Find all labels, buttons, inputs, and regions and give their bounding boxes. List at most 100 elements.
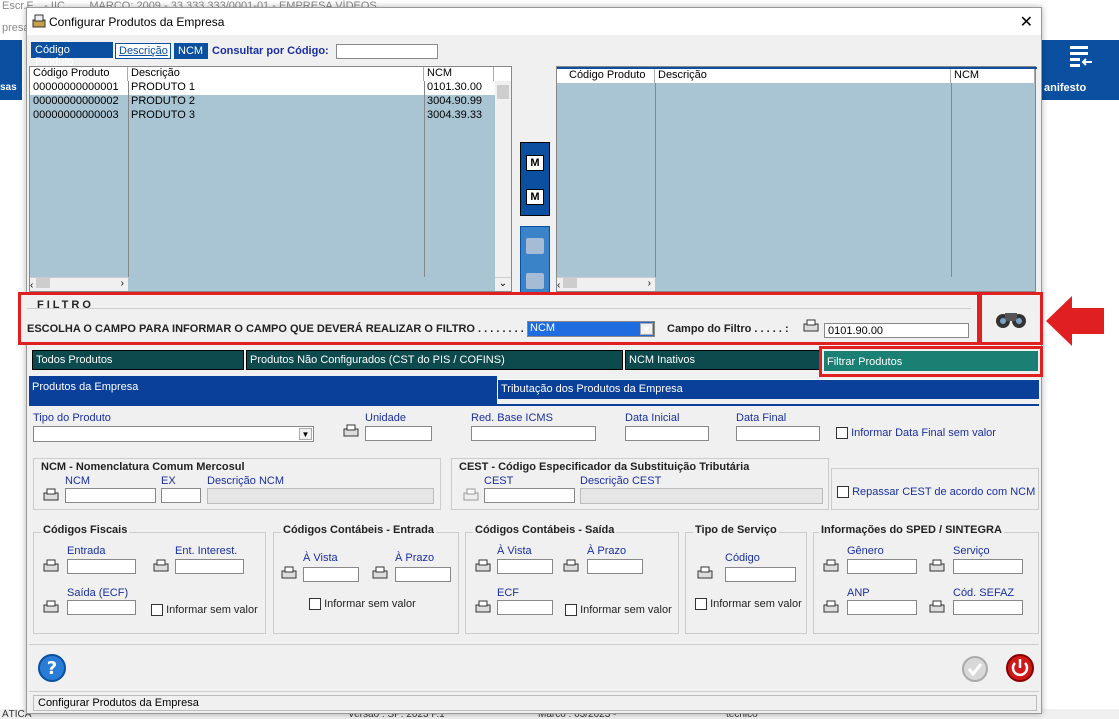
printer-icon[interactable] xyxy=(475,559,491,573)
ncm-input[interactable] xyxy=(65,488,156,503)
printer-icon[interactable] xyxy=(475,600,491,614)
background-left-toolbar-label: sas xyxy=(0,82,17,93)
checkbox-box[interactable] xyxy=(837,486,849,499)
column-header[interactable]: NCM xyxy=(424,67,494,81)
printer-icon[interactable] xyxy=(372,566,388,580)
confirm-icon[interactable] xyxy=(961,655,989,683)
entrada-a-vista-label: À Vista xyxy=(303,552,338,564)
printer-icon[interactable] xyxy=(929,559,945,573)
tab-produtos-da-empresa[interactable]: Produtos da Empresa xyxy=(29,376,497,404)
printer-icon[interactable] xyxy=(343,424,359,438)
data-inicial-input[interactable] xyxy=(625,426,709,441)
column-header[interactable]: Código Produto xyxy=(557,69,655,83)
filter-field-select[interactable]: NCM ▼ xyxy=(527,321,655,337)
tab-descricao[interactable]: Descrição xyxy=(115,43,171,59)
column-header[interactable]: Descrição xyxy=(128,67,424,81)
move-all-button[interactable]: M xyxy=(526,189,544,205)
column-divider xyxy=(128,81,129,277)
saida-informar-sem-valor-checkbox[interactable]: Informar sem valor xyxy=(565,604,672,617)
printer-icon[interactable] xyxy=(823,600,839,614)
data-final-input[interactable] xyxy=(736,426,820,441)
table-row[interactable]: 00000000000001 PRODUTO 1 0101.30.00 xyxy=(30,81,511,95)
close-icon[interactable]: ✕ xyxy=(1020,12,1033,32)
genero-input[interactable] xyxy=(847,559,917,574)
printer-icon[interactable] xyxy=(803,319,819,333)
tab-ncm[interactable]: NCM xyxy=(174,43,208,59)
contabeis-saida-title: Códigos Contábeis - Saída xyxy=(473,524,617,536)
power-icon[interactable] xyxy=(1005,653,1035,683)
background-manifesto-button[interactable]: anifesto xyxy=(1042,40,1119,100)
column-header[interactable]: Descrição xyxy=(655,69,951,83)
entrada-informar-sem-valor-checkbox[interactable]: Informar sem valor xyxy=(309,598,416,611)
move-one-button[interactable]: M xyxy=(526,155,544,171)
table-row[interactable]: 00000000000002 PRODUTO 2 3004.90.99 xyxy=(30,95,511,109)
printer-icon[interactable] xyxy=(281,566,297,580)
ecf-input[interactable] xyxy=(497,600,553,615)
printer-icon[interactable] xyxy=(823,559,839,573)
column-divider xyxy=(655,83,656,277)
printer-icon[interactable] xyxy=(43,559,59,573)
move-back-all-button[interactable] xyxy=(526,273,544,289)
entrada-a-prazo-input[interactable] xyxy=(395,567,451,582)
printer-icon[interactable] xyxy=(697,566,713,580)
checkbox-box[interactable] xyxy=(309,598,321,611)
unidade-label: Unidade xyxy=(365,412,406,424)
tab-todos-produtos[interactable]: Todos Produtos xyxy=(32,350,244,370)
left-product-grid: Código Produto Descrição NCM 00000000000… xyxy=(29,66,512,292)
checkbox-box[interactable] xyxy=(565,604,577,617)
checkbox-label: Informar sem valor xyxy=(166,604,258,616)
checkbox-box[interactable] xyxy=(151,604,163,617)
descricao-ncm-label: Descrição NCM xyxy=(207,475,285,487)
cest-group-title: CEST - Código Especificador da Substitui… xyxy=(459,461,750,473)
printer-icon[interactable] xyxy=(153,559,169,573)
entrada-a-vista-input[interactable] xyxy=(303,567,359,582)
saida-ecf-input[interactable] xyxy=(67,600,136,615)
saida-a-vista-input[interactable] xyxy=(497,559,553,574)
servico-informar-sem-valor-checkbox[interactable]: Informar sem valor xyxy=(695,598,802,611)
tab-produtos-nao-configurados[interactable]: Produtos Não Configurados (CST do PIS / … xyxy=(246,350,623,370)
printer-icon[interactable] xyxy=(929,600,945,614)
unidade-input[interactable] xyxy=(365,426,432,441)
red-base-input[interactable] xyxy=(471,426,596,441)
move-back-button[interactable] xyxy=(526,238,544,254)
horizontal-scrollbar[interactable]: ‹ › xyxy=(30,277,128,291)
ent-interest-input[interactable] xyxy=(175,559,244,574)
vertical-scrollbar[interactable] xyxy=(495,81,511,277)
filter-value-input[interactable] xyxy=(824,323,969,338)
printer-icon[interactable] xyxy=(563,559,579,573)
tab-filtrar-produtos[interactable]: Filtrar Produtos xyxy=(824,351,1038,371)
consult-input[interactable] xyxy=(336,44,438,59)
cest-input[interactable] xyxy=(484,488,575,503)
horizontal-scrollbar[interactable]: ‹ › xyxy=(557,277,655,291)
tab-ncm-inativos[interactable]: NCM Inativos xyxy=(625,350,820,370)
entrada-input[interactable] xyxy=(67,559,136,574)
data-inicial-label: Data Inicial xyxy=(625,412,680,424)
cod-sefaz-input[interactable] xyxy=(953,600,1023,615)
printer-icon[interactable] xyxy=(43,600,59,614)
servico-input[interactable] xyxy=(953,559,1023,574)
scroll-down-arrow-icon[interactable]: ⌄ xyxy=(495,277,511,291)
printer-icon[interactable] xyxy=(43,488,59,502)
checkbox-box[interactable] xyxy=(695,598,707,611)
informar-data-final-checkbox[interactable]: Informar Data Final sem valor xyxy=(836,427,996,440)
saida-a-prazo-input[interactable] xyxy=(587,559,643,574)
app-icon xyxy=(32,14,46,28)
tipo-produto-select[interactable]: ▼ xyxy=(33,426,314,442)
column-header[interactable]: NCM xyxy=(951,69,1035,83)
anp-input[interactable] xyxy=(847,600,917,615)
checkbox-box[interactable] xyxy=(836,427,848,440)
binoculars-icon[interactable] xyxy=(994,307,1028,331)
table-cell: PRODUTO 3 xyxy=(131,109,195,121)
background-left-toolbar-item[interactable]: sas xyxy=(0,40,22,100)
search-button-frame xyxy=(979,292,1043,345)
tab-codigo-produto[interactable]: Código Produto xyxy=(31,42,113,68)
tab-tributacao-produtos[interactable]: Tributação dos Produtos da Empresa xyxy=(497,379,1039,399)
ex-input[interactable] xyxy=(161,488,201,503)
red-arrow-icon xyxy=(1046,296,1104,346)
repassar-cest-checkbox[interactable]: Repassar CEST de acordo com NCM xyxy=(837,486,1035,499)
table-row[interactable]: 00000000000003 PRODUTO 3 3004.39.33 xyxy=(30,109,511,123)
help-icon[interactable]: ? xyxy=(37,653,67,683)
column-header[interactable]: Código Produto xyxy=(30,67,128,81)
codigo-servico-input[interactable] xyxy=(725,567,796,582)
fiscais-informar-sem-valor-checkbox[interactable]: Informar sem valor xyxy=(151,604,258,617)
